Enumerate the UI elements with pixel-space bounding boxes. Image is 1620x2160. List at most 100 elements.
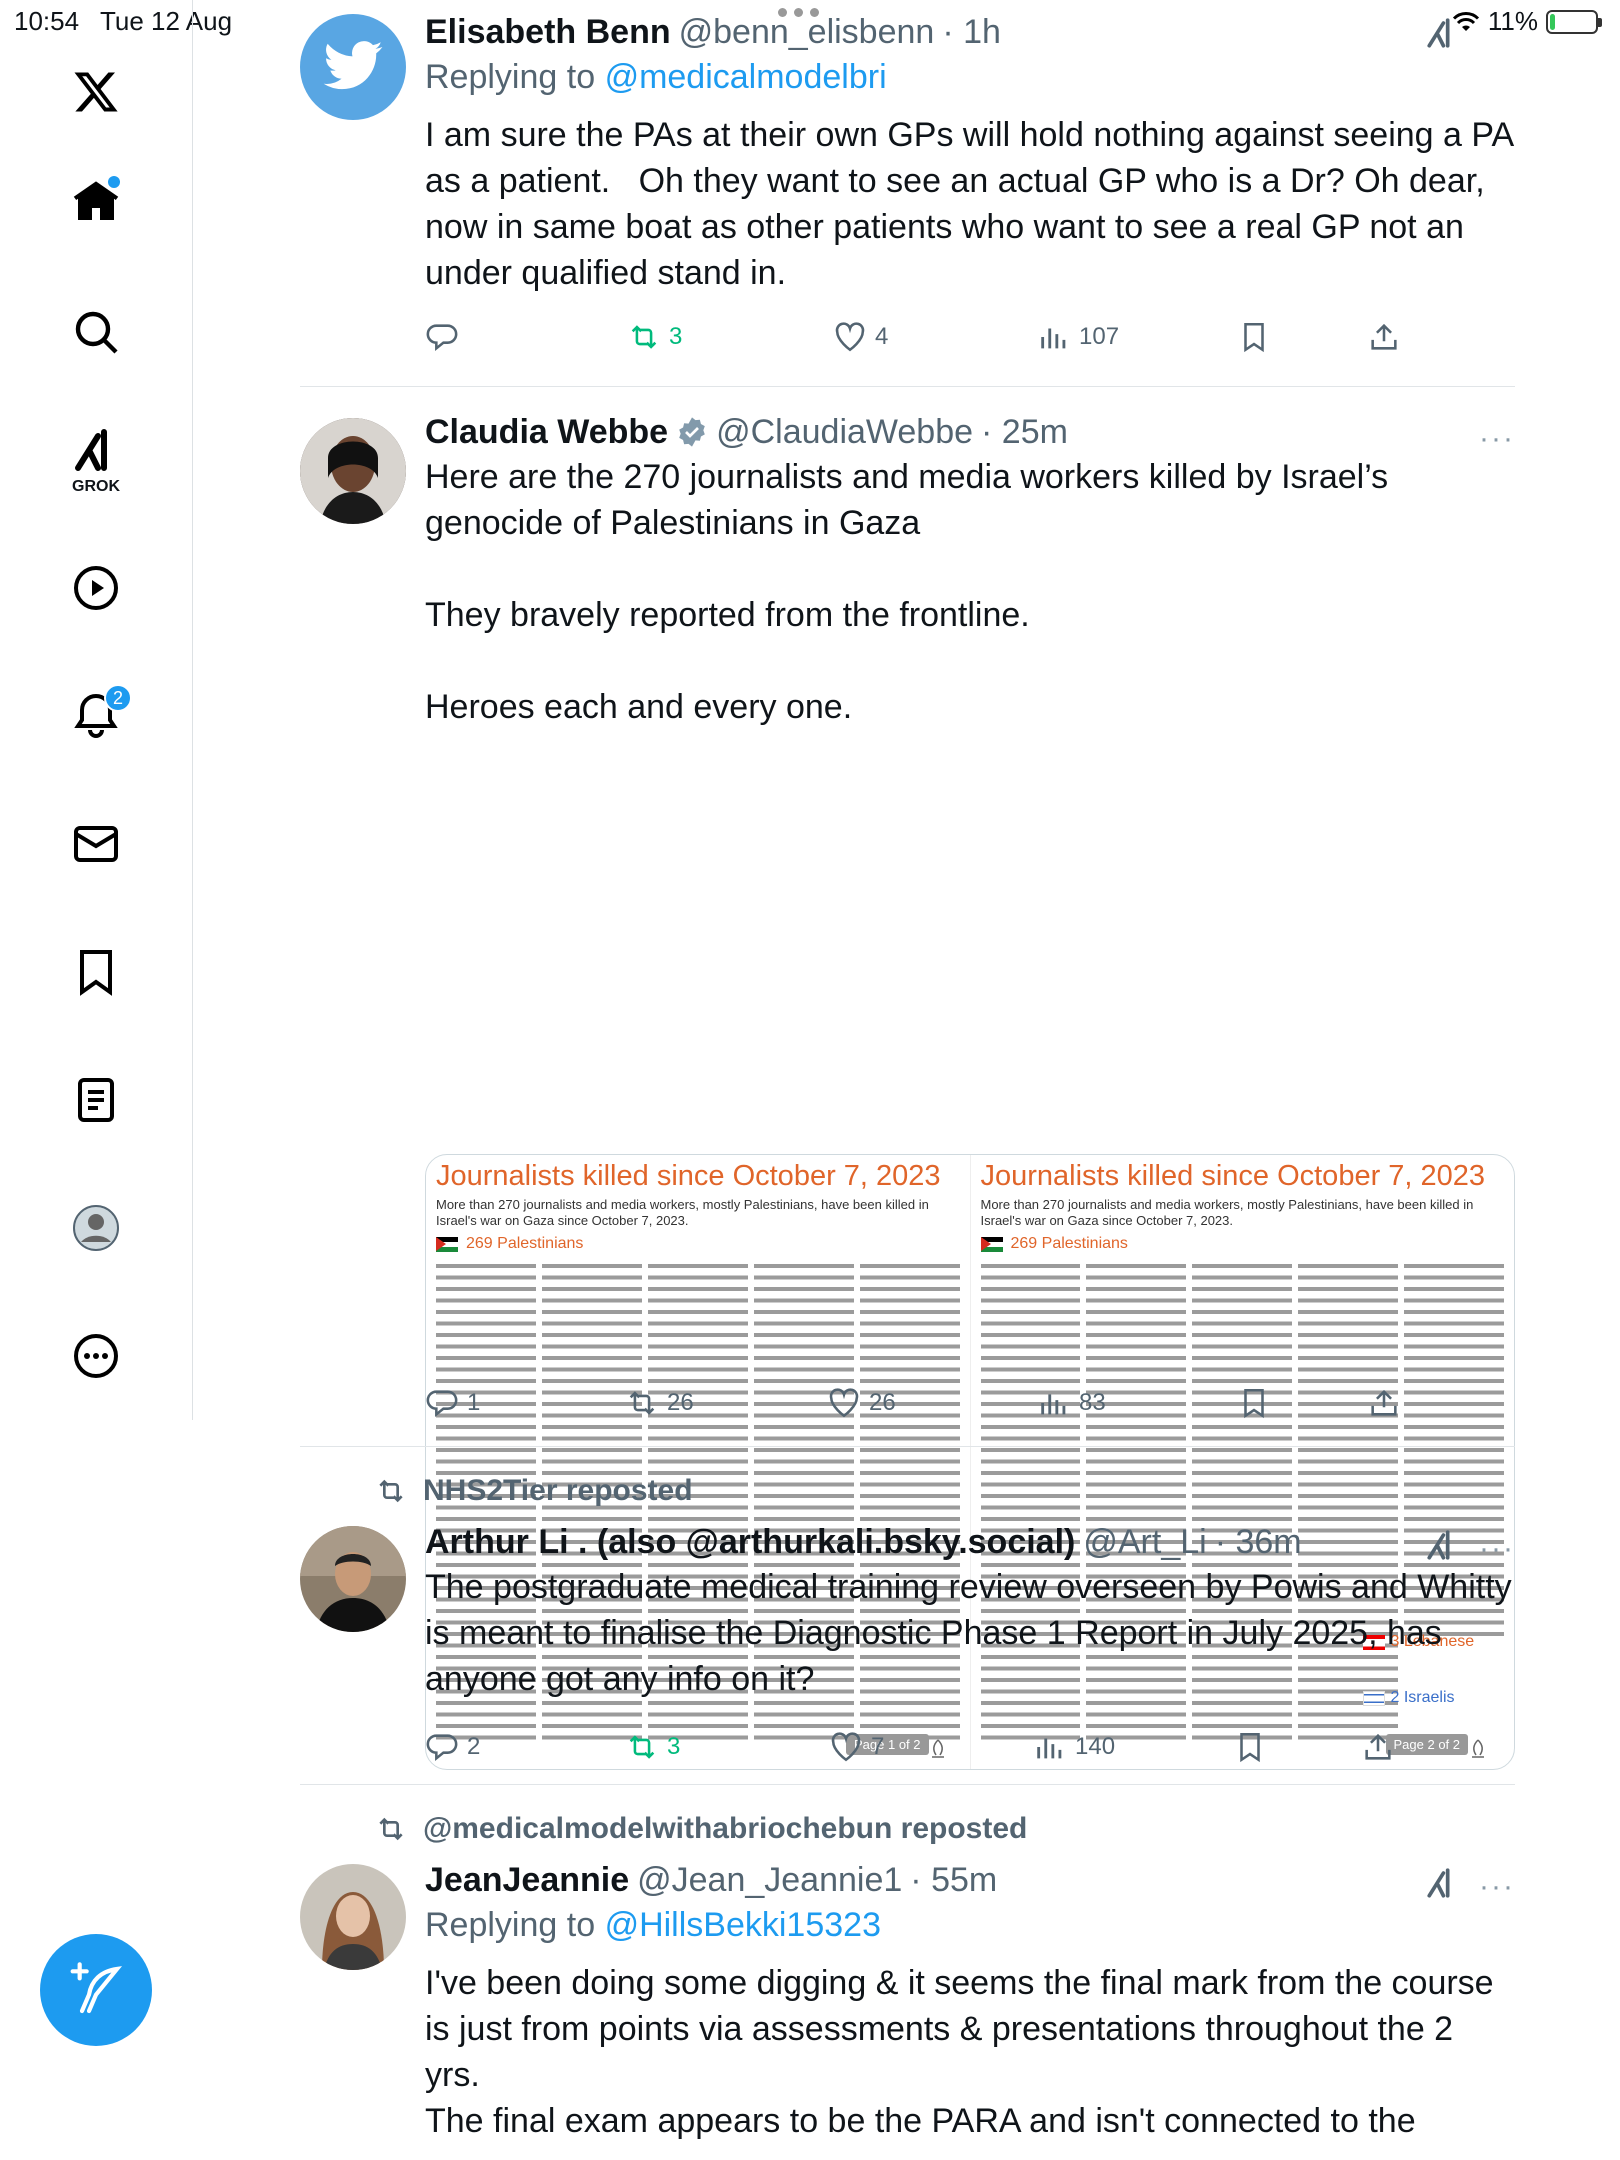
tweet-time[interactable]: · 36m (1215, 1520, 1302, 1564)
like-button[interactable]: 7 (829, 1730, 884, 1764)
like-button[interactable]: 4 (833, 320, 888, 354)
bookmark-button[interactable] (1237, 320, 1271, 354)
repost-icon (629, 1391, 655, 1415)
repost-button[interactable]: 3 (625, 1730, 680, 1764)
media-subtitle: More than 270 journalists and media work… (436, 1197, 929, 1228)
reposted-by[interactable]: NHS2Tier reposted (423, 1474, 693, 1508)
views-button[interactable]: 83 (1037, 1386, 1106, 1420)
grok-icon[interactable] (1423, 16, 1461, 50)
reply-button[interactable]: 2 (425, 1730, 480, 1764)
grok-label: GROK (72, 478, 120, 495)
replying-to-link[interactable]: @medicalmodelbri (605, 58, 887, 96)
like-count: 26 (869, 1389, 896, 1416)
media-title: Journalists killed since October 7, 2023 (436, 1160, 941, 1192)
heart-icon (835, 322, 865, 352)
tweet-text: Here are the 270 journalists and media w… (425, 458, 1389, 726)
grok-icon[interactable] (1423, 1528, 1461, 1562)
bookmark-icon (1244, 322, 1264, 353)
video-icon[interactable] (66, 558, 126, 618)
home-icon[interactable] (66, 172, 126, 232)
repost-icon (379, 1817, 403, 1841)
like-button[interactable]: 26 (827, 1386, 896, 1420)
share-icon (1371, 1389, 1397, 1416)
avatar[interactable] (300, 1526, 406, 1632)
avatar[interactable] (300, 1864, 406, 1970)
avatar[interactable] (300, 14, 406, 120)
author-handle[interactable]: @Art_Li (1083, 1520, 1206, 1564)
reply-button[interactable]: 1 (425, 1386, 480, 1420)
reply-button[interactable] (425, 320, 459, 354)
compose-post-button[interactable] (40, 1934, 152, 2046)
replying-to: Replying to @medicalmodelbri (425, 54, 1515, 100)
heart-icon (829, 1388, 859, 1418)
author-name[interactable]: Arthur Li . (also @arthurkali.bsky.socia… (425, 1520, 1075, 1564)
tweet-time[interactable]: · 25m (981, 410, 1068, 454)
bookmark-icon (1240, 1732, 1260, 1763)
reply-count: 1 (467, 1389, 481, 1416)
tweet-text: I've been doing some digging & it seems … (425, 1964, 1494, 2140)
replying-to-link[interactable]: @HillsBekki15323 (605, 1906, 881, 1944)
reply-icon (426, 1734, 458, 1761)
media-count: 269 Palestinians (466, 1235, 584, 1252)
divider (300, 386, 1515, 387)
bookmark-button[interactable] (1237, 1386, 1271, 1420)
author-handle[interactable]: @Jean_Jeannie1 (637, 1858, 902, 1902)
bookmark-button[interactable] (1233, 1730, 1267, 1764)
x-logo-icon[interactable] (66, 62, 126, 122)
bookmarks-icon[interactable] (66, 942, 126, 1002)
tweet-header: Claudia Webbe @ClaudiaWebbe · 25m (425, 410, 1515, 454)
battery-icon (1546, 9, 1602, 34)
repost-button[interactable]: 26 (625, 1386, 694, 1420)
author-handle[interactable]: @ClaudiaWebbe (716, 410, 973, 454)
reposted-by[interactable]: @medicalmodelwithabriochebun reposted (423, 1812, 1027, 1846)
divider (300, 1446, 1515, 1447)
reply-icon (426, 1390, 458, 1417)
author-name[interactable]: JeanJeannie (425, 1858, 629, 1902)
reply-icon (426, 324, 458, 351)
views-button[interactable]: 107 (1037, 320, 1119, 354)
tweet-header: Elisabeth Benn @benn_elisbenn · 1h (425, 10, 1515, 54)
views-chart-icon (1041, 328, 1066, 349)
media-title: Journalists killed since October 7, 2023 (980, 1160, 1486, 1192)
repost-button[interactable]: 3 (627, 320, 682, 354)
verified-badge-icon (679, 417, 705, 447)
author-name[interactable]: Elisabeth Benn (425, 10, 671, 54)
author-name[interactable]: Claudia Webbe (425, 410, 668, 454)
tweet-actions: 2 3 7 140 (425, 1730, 1515, 1770)
heart-icon (831, 1732, 861, 1762)
media-count-label: 269 Palestinians (436, 1235, 960, 1253)
palestine-flag-icon (980, 1236, 1003, 1252)
reply-count: 2 (467, 1733, 481, 1760)
avatar[interactable] (300, 418, 406, 524)
repost-icon (629, 1735, 655, 1759)
more-options-icon[interactable]: ··· (1479, 1532, 1515, 1566)
lists-icon[interactable] (66, 1070, 126, 1130)
share-icon (1371, 323, 1397, 350)
replying-to: Replying to @HillsBekki15323 (425, 1902, 1515, 1948)
tweet-time[interactable]: · 55m (910, 1858, 997, 1902)
search-icon[interactable] (66, 302, 126, 362)
bookmark-icon (1244, 1388, 1264, 1419)
more-options-icon[interactable]: ··· (1479, 1870, 1515, 1904)
feather-plus-icon (70, 1962, 123, 2014)
tweet-actions: 1 26 26 83 (425, 1386, 1515, 1426)
like-count: 7 (871, 1733, 885, 1760)
tweet-time[interactable]: · 1h (942, 10, 1001, 54)
share-button[interactable] (1367, 320, 1401, 354)
notifications-badge: 2 (104, 684, 132, 712)
repost-context: @medicalmodelwithabriochebun reposted (375, 1812, 1027, 1846)
author-handle[interactable]: @benn_elisbenn (679, 10, 935, 54)
more-options-icon[interactable]: ··· (1479, 422, 1515, 456)
grok-icon[interactable] (66, 420, 126, 480)
notifications-bell-icon[interactable]: 2 (66, 684, 132, 746)
messages-envelope-icon[interactable] (66, 814, 126, 874)
profile-avatar-icon[interactable] (66, 1198, 126, 1258)
tweet-header: Arthur Li . (also @arthurkali.bsky.socia… (425, 1520, 1515, 1564)
share-button[interactable] (1361, 1730, 1395, 1764)
share-button[interactable] (1367, 1386, 1401, 1420)
sidebar: GROK 2 (0, 0, 193, 1420)
grok-icon[interactable] (1423, 1866, 1461, 1900)
views-button[interactable]: 140 (1033, 1730, 1115, 1764)
more-circle-icon[interactable] (66, 1326, 126, 1386)
media-count: 269 Palestinians (1010, 1235, 1128, 1252)
